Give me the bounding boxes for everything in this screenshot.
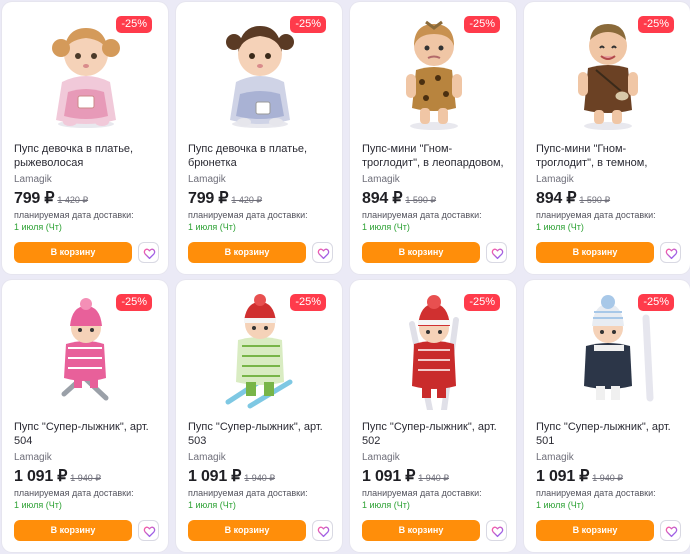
product-card[interactable]: -25% Пупс девочка в платье, брюнетка Lam…	[176, 2, 342, 274]
product-brand[interactable]: Lamagik	[536, 174, 574, 185]
discount-badge: -25%	[464, 16, 500, 33]
product-card[interactable]: -25% Пупс "Супер-лыжник", арт. 501 Lamag…	[524, 280, 690, 552]
favorite-button[interactable]	[312, 242, 333, 263]
discount-badge: -25%	[116, 294, 152, 311]
delivery-date: 1 июля (Чт)	[362, 500, 410, 510]
price-row: 894 ₽1 590 ₽	[536, 188, 610, 208]
favorite-button[interactable]	[138, 242, 159, 263]
delivery-label: планируемая дата доставки:	[14, 210, 134, 220]
product-brand[interactable]: Lamagik	[14, 452, 52, 463]
old-price: 1 590 ₽	[579, 195, 611, 205]
delivery-date: 1 июля (Чт)	[536, 222, 584, 232]
product-card[interactable]: -25% Пупс-мини "Гном-троглодит", в темно…	[524, 2, 690, 274]
current-price: 894 ₽	[536, 190, 577, 207]
product-card[interactable]: -25% Пупс "Супер-лыжник", арт. 502 Lamag…	[350, 280, 516, 552]
discount-badge: -25%	[290, 294, 326, 311]
product-card[interactable]: -25% Пупс "Супер-лыжник", арт. 503 Lamag…	[176, 280, 342, 552]
delivery-label: планируемая дата доставки:	[188, 210, 308, 220]
product-brand[interactable]: Lamagik	[14, 174, 52, 185]
add-to-cart-button[interactable]: В корзину	[188, 242, 306, 263]
price-row: 894 ₽1 590 ₽	[362, 188, 436, 208]
heart-outline-icon	[665, 526, 678, 538]
product-title[interactable]: Пупс-мини "Гном-троглодит", в леопардово…	[362, 143, 510, 170]
price-row: 1 091 ₽1 940 ₽	[14, 466, 101, 486]
current-price: 1 091 ₽	[14, 468, 68, 485]
heart-outline-icon	[143, 526, 156, 538]
add-to-cart-button[interactable]: В корзину	[536, 520, 654, 541]
delivery-label: планируемая дата доставки:	[188, 488, 308, 498]
product-title[interactable]: Пупс-мини "Гном-троглодит", в темном, см…	[536, 143, 684, 170]
delivery-date: 1 июля (Чт)	[14, 500, 62, 510]
price-row: 1 091 ₽1 940 ₽	[536, 466, 623, 486]
price-row: 799 ₽1 420 ₽	[14, 188, 88, 208]
old-price: 1 940 ₽	[244, 473, 276, 483]
current-price: 799 ₽	[188, 190, 229, 207]
product-title[interactable]: Пупс "Супер-лыжник", арт. 501	[536, 421, 684, 448]
product-title[interactable]: Пупс девочка в платье, рыжеволосая	[14, 143, 162, 170]
delivery-label: планируемая дата доставки:	[14, 488, 134, 498]
price-row: 799 ₽1 420 ₽	[188, 188, 262, 208]
product-card[interactable]: -25% Пупс "Супер-лыжник", арт. 504 Lamag…	[2, 280, 168, 552]
product-title[interactable]: Пупс "Супер-лыжник", арт. 502	[362, 421, 510, 448]
old-price: 1 940 ₽	[70, 473, 102, 483]
current-price: 799 ₽	[14, 190, 55, 207]
add-to-cart-button[interactable]: В корзину	[14, 242, 132, 263]
favorite-button[interactable]	[486, 242, 507, 263]
old-price: 1 420 ₽	[231, 195, 263, 205]
current-price: 1 091 ₽	[536, 468, 590, 485]
old-price: 1 940 ₽	[592, 473, 624, 483]
heart-outline-icon	[143, 248, 156, 260]
delivery-label: планируемая дата доставки:	[362, 210, 482, 220]
old-price: 1 940 ₽	[418, 473, 450, 483]
product-grid: -25% Пупс девочка в платье, рыжеволосая …	[2, 2, 690, 552]
discount-badge: -25%	[290, 16, 326, 33]
current-price: 1 091 ₽	[362, 468, 416, 485]
heart-outline-icon	[665, 248, 678, 260]
product-brand[interactable]: Lamagik	[362, 174, 400, 185]
product-title[interactable]: Пупс "Супер-лыжник", арт. 503	[188, 421, 336, 448]
heart-outline-icon	[491, 248, 504, 260]
current-price: 1 091 ₽	[188, 468, 242, 485]
favorite-button[interactable]	[486, 520, 507, 541]
delivery-label: планируемая дата доставки:	[536, 488, 656, 498]
price-row: 1 091 ₽1 940 ₽	[188, 466, 275, 486]
product-brand[interactable]: Lamagik	[362, 452, 400, 463]
favorite-button[interactable]	[660, 242, 681, 263]
discount-badge: -25%	[116, 16, 152, 33]
old-price: 1 590 ₽	[405, 195, 437, 205]
product-card[interactable]: -25% Пупс-мини "Гном-троглодит", в леопа…	[350, 2, 516, 274]
heart-outline-icon	[317, 526, 330, 538]
delivery-label: планируемая дата доставки:	[536, 210, 656, 220]
discount-badge: -25%	[638, 16, 674, 33]
discount-badge: -25%	[638, 294, 674, 311]
delivery-date: 1 июля (Чт)	[536, 500, 584, 510]
discount-badge: -25%	[464, 294, 500, 311]
add-to-cart-button[interactable]: В корзину	[536, 242, 654, 263]
heart-outline-icon	[317, 248, 330, 260]
favorite-button[interactable]	[312, 520, 333, 541]
add-to-cart-button[interactable]: В корзину	[188, 520, 306, 541]
product-card[interactable]: -25% Пупс девочка в платье, рыжеволосая …	[2, 2, 168, 274]
product-title[interactable]: Пупс "Супер-лыжник", арт. 504	[14, 421, 162, 448]
delivery-date: 1 июля (Чт)	[188, 222, 236, 232]
product-brand[interactable]: Lamagik	[536, 452, 574, 463]
delivery-date: 1 июля (Чт)	[14, 222, 62, 232]
old-price: 1 420 ₽	[57, 195, 89, 205]
price-row: 1 091 ₽1 940 ₽	[362, 466, 449, 486]
favorite-button[interactable]	[138, 520, 159, 541]
add-to-cart-button[interactable]: В корзину	[362, 520, 480, 541]
add-to-cart-button[interactable]: В корзину	[14, 520, 132, 541]
current-price: 894 ₽	[362, 190, 403, 207]
heart-outline-icon	[491, 526, 504, 538]
delivery-date: 1 июля (Чт)	[362, 222, 410, 232]
delivery-label: планируемая дата доставки:	[362, 488, 482, 498]
product-brand[interactable]: Lamagik	[188, 452, 226, 463]
add-to-cart-button[interactable]: В корзину	[362, 242, 480, 263]
product-brand[interactable]: Lamagik	[188, 174, 226, 185]
delivery-date: 1 июля (Чт)	[188, 500, 236, 510]
product-title[interactable]: Пупс девочка в платье, брюнетка	[188, 143, 336, 170]
favorite-button[interactable]	[660, 520, 681, 541]
